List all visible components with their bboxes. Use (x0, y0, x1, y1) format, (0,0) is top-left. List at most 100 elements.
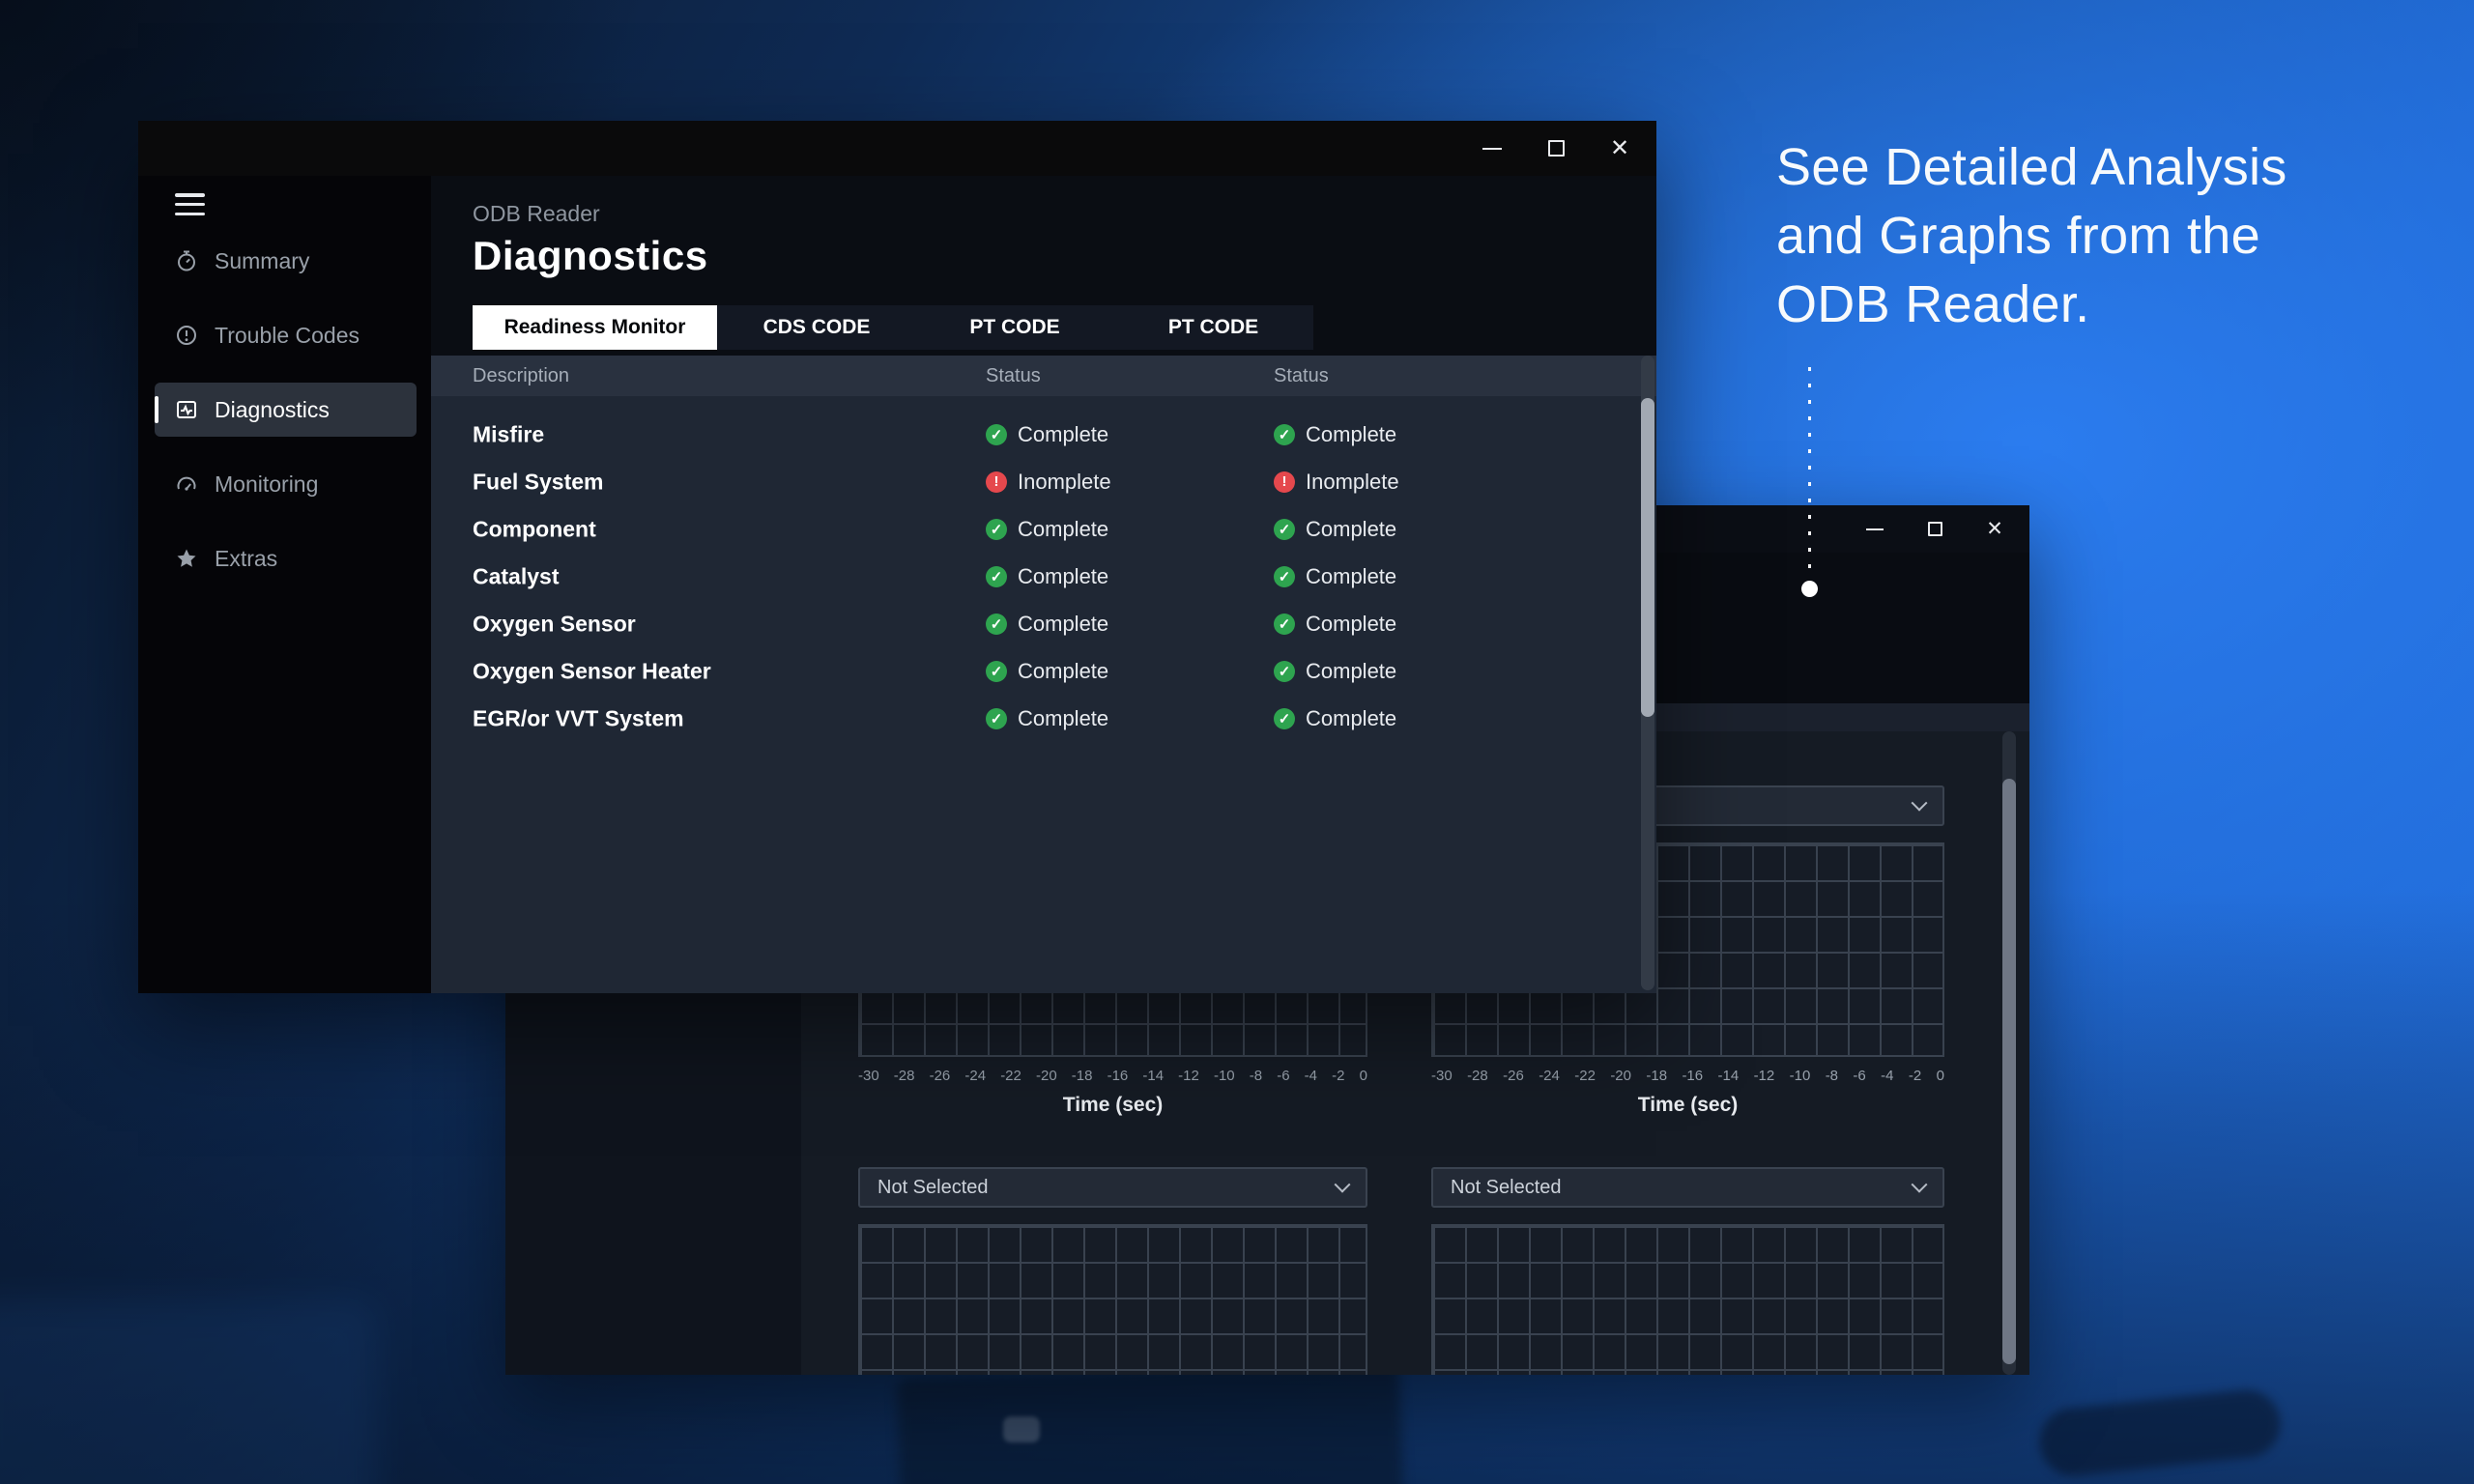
window-controls: ✕ (1856, 505, 2014, 553)
tab-pt-code-1[interactable]: PT CODE (916, 305, 1113, 350)
sidebar-item-trouble-codes[interactable]: Trouble Codes (155, 308, 417, 362)
status-label: Complete (1306, 517, 1396, 542)
status-check-icon (1274, 566, 1295, 587)
x-axis-tick: -16 (1108, 1068, 1129, 1084)
close-button[interactable]: ✕ (1975, 510, 2014, 549)
scrollbar-track[interactable] (2002, 731, 2016, 1375)
close-icon: ✕ (1986, 519, 2003, 539)
minimize-button[interactable] (1471, 128, 1513, 170)
tab-cds-code[interactable]: CDS CODE (717, 305, 916, 350)
status-check-icon (986, 566, 1007, 587)
signal-select-dropdown[interactable]: Not Selected (1431, 1167, 1944, 1208)
chart-grid (1431, 1224, 1944, 1375)
close-icon: ✕ (1610, 137, 1629, 160)
table-row: Oxygen Sensor Heater Complete Complete (431, 647, 1656, 695)
sidebar: Summary Trouble Codes Diagnostics Monito… (138, 176, 431, 993)
chevron-down-icon (1912, 795, 1928, 812)
stopwatch-icon (175, 249, 198, 272)
table-row: Catalyst Complete Complete (431, 553, 1656, 600)
x-axis-ticks: -30-28-26-24-22-20-18-16-14-12-10-8-6-4-… (858, 1065, 1367, 1086)
scrollbar-thumb[interactable] (1641, 398, 1654, 717)
background-earbuds-shape (1003, 1416, 1040, 1442)
tab-readiness-monitor[interactable]: Readiness Monitor (473, 305, 717, 350)
sidebar-nav: Summary Trouble Codes Diagnostics Monito… (138, 234, 431, 606)
dotted-leader-line (1808, 367, 1811, 570)
row-description: Misfire (473, 421, 544, 447)
x-axis-tick: -14 (1718, 1068, 1740, 1084)
status-label: Complete (1306, 564, 1396, 589)
tab-bar: Readiness Monitor CDS CODE PT CODE PT CO… (473, 305, 1313, 350)
sidebar-item-summary[interactable]: Summary (155, 234, 417, 288)
pulse-chart-icon (175, 398, 198, 421)
x-axis-tick: -30 (1431, 1068, 1453, 1084)
status-label: Complete (1306, 612, 1396, 637)
x-axis-tick: -10 (1214, 1068, 1235, 1084)
row-description: Oxygen Sensor (473, 611, 636, 637)
readiness-table: Misfire Complete Complete Fuel System In… (431, 396, 1656, 993)
alert-circle-icon (175, 324, 198, 347)
close-button[interactable]: ✕ (1598, 128, 1641, 170)
x-axis-tick: -26 (1503, 1068, 1524, 1084)
status-label: Complete (1018, 564, 1108, 589)
status-check-icon (986, 424, 1007, 445)
sidebar-item-diagnostics[interactable]: Diagnostics (155, 383, 417, 437)
gauge-icon (175, 472, 198, 496)
hamburger-menu-icon[interactable] (175, 193, 205, 215)
x-axis-tick: -14 (1142, 1068, 1164, 1084)
x-axis-ticks: -30-28-26-24-22-20-18-16-14-12-10-8-6-4-… (1431, 1065, 1944, 1086)
x-axis-tick: -20 (1610, 1068, 1631, 1084)
maximize-button[interactable] (1535, 128, 1577, 170)
status-cell: Complete (986, 564, 1108, 589)
x-axis-tick: -26 (930, 1068, 951, 1084)
x-axis-tick: -18 (1646, 1068, 1667, 1084)
table-row: Misfire Complete Complete (431, 411, 1656, 458)
status-alert-icon (986, 471, 1007, 493)
status-check-icon (1274, 519, 1295, 540)
x-axis-tick: -28 (1467, 1068, 1488, 1084)
sidebar-item-extras[interactable]: Extras (155, 531, 417, 585)
sidebar-item-label: Trouble Codes (215, 323, 360, 349)
x-axis-tick: -24 (964, 1068, 986, 1084)
row-description: EGR/or VVT System (473, 705, 684, 731)
status-label: Complete (1306, 659, 1396, 684)
maximize-button[interactable] (1915, 510, 1954, 549)
status-check-icon (1274, 614, 1295, 635)
status-check-icon (986, 661, 1007, 682)
leader-end-dot (1801, 581, 1818, 597)
status-cell: Complete (986, 612, 1108, 637)
status-label: Complete (1018, 659, 1108, 684)
x-axis-tick: -12 (1754, 1068, 1775, 1084)
scrollbar-track[interactable] (1641, 356, 1654, 990)
tab-pt-code-2[interactable]: PT CODE (1113, 305, 1313, 350)
row-description: Catalyst (473, 563, 559, 589)
x-axis-tick: -12 (1178, 1068, 1199, 1084)
sidebar-item-monitoring[interactable]: Monitoring (155, 457, 417, 511)
status-label: Inomplete (1306, 470, 1399, 495)
x-axis-tick: -24 (1539, 1068, 1560, 1084)
dropdown-label: Not Selected (1451, 1177, 1562, 1199)
status-cell: Complete (1274, 422, 1396, 447)
status-check-icon (986, 614, 1007, 635)
signal-select-dropdown[interactable]: Not Selected (858, 1167, 1367, 1208)
x-axis-tick: -8 (1250, 1068, 1262, 1084)
x-axis-tick: -6 (1853, 1068, 1865, 1084)
column-header-description: Description (473, 356, 569, 396)
x-axis-label: Time (sec) (858, 1094, 1367, 1117)
x-axis-tick: -4 (1305, 1068, 1317, 1084)
x-axis-tick: -6 (1277, 1068, 1289, 1084)
sidebar-item-label: Summary (215, 248, 309, 274)
status-label: Inomplete (1018, 470, 1111, 495)
sidebar-item-label: Monitoring (215, 471, 318, 498)
marketing-caption: See Detailed Analysis and Graphs from th… (1776, 133, 2287, 339)
table-header-row: Description Status Status (431, 356, 1656, 396)
column-header-status-1: Status (986, 356, 1041, 396)
minimize-icon (1482, 148, 1502, 150)
main-titlebar[interactable]: ✕ (138, 121, 1656, 176)
status-cell: Complete (1274, 706, 1396, 731)
scrollbar-thumb[interactable] (2002, 779, 2016, 1364)
status-check-icon (986, 708, 1007, 729)
dropdown-label: Not Selected (877, 1177, 989, 1199)
minimize-button[interactable] (1856, 510, 1894, 549)
desktop: ✕ -30-28-26-24-22-20-18-16-14-12-10-8-6-… (0, 0, 2474, 1484)
x-axis-tick: -16 (1682, 1068, 1703, 1084)
